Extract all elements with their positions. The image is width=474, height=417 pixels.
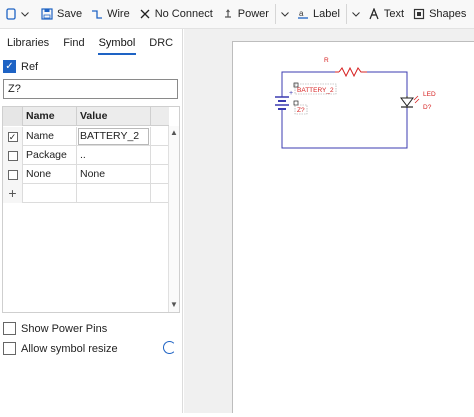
show-power-pins-toggle[interactable]: Show Power Pins <box>3 322 107 335</box>
battery-ref-label: Z? <box>297 107 305 114</box>
refresh-icon[interactable] <box>163 341 176 354</box>
row-value: BATTERY_2 <box>80 130 140 142</box>
ref-toggle[interactable]: ✓ Ref <box>3 60 38 73</box>
no-connect-label: No Connect <box>154 8 213 20</box>
row-value[interactable]: .. <box>77 146 151 165</box>
text-icon <box>367 7 381 21</box>
shapes-button[interactable]: Shapes <box>408 2 470 26</box>
led-symbol[interactable] <box>400 95 420 108</box>
page-select-button[interactable] <box>0 2 36 26</box>
grid-header: Name Value <box>3 107 169 126</box>
scroll-down-icon[interactable]: ▼ <box>169 300 179 310</box>
battery-symbol[interactable] <box>275 94 289 112</box>
selection-handle[interactable] <box>293 100 299 106</box>
add-row-extra-cell <box>151 184 169 203</box>
row-checkbox[interactable]: ✓ <box>7 131 18 142</box>
table-row[interactable]: Package .. <box>3 146 169 165</box>
text-label: Text <box>383 8 405 20</box>
scroll-up-icon[interactable]: ▲ <box>169 128 179 138</box>
shapes-icon <box>412 7 426 21</box>
properties-grid: Name Value ✓ Name BATTERY_2 Package .. N… <box>2 106 180 313</box>
x-icon <box>138 7 152 21</box>
row-checkbox[interactable] <box>7 169 18 180</box>
row-extra-cell <box>151 165 169 184</box>
save-label: Save <box>57 8 83 20</box>
chevron-down-icon[interactable] <box>278 2 292 26</box>
label-label: Label <box>312 8 340 20</box>
chevron-down-icon[interactable] <box>349 2 363 26</box>
label-button[interactable]: a Label <box>292 2 344 26</box>
row-extra-cell <box>151 146 169 165</box>
schematic-sheet[interactable]: R + BATTERY_2 Z? LED D? <box>232 41 474 413</box>
page-icon <box>4 7 18 21</box>
left-panel: Libraries Find Symbol DRC ✓ Ref Name Val… <box>0 29 183 413</box>
row-checkbox-cell[interactable] <box>3 146 23 165</box>
tab-drc[interactable]: DRC <box>142 35 180 57</box>
power-button[interactable]: Power <box>217 2 273 26</box>
row-value-cell[interactable]: BATTERY_2 <box>77 127 151 146</box>
add-row-name-cell <box>23 184 77 203</box>
row-name: Package <box>23 146 77 165</box>
led-ref-label: D? <box>423 104 432 111</box>
toolbar-divider <box>345 4 347 24</box>
tab-find[interactable]: Find <box>56 35 91 57</box>
tab-symbol[interactable]: Symbol <box>92 35 143 57</box>
table-row[interactable]: None None <box>3 165 169 184</box>
header-name: Name <box>23 107 77 126</box>
row-checkbox-cell[interactable] <box>3 165 23 184</box>
allow-resize-checkbox[interactable] <box>3 342 16 355</box>
wire-label: Wire <box>107 8 130 20</box>
header-checkbox-column <box>3 107 23 126</box>
add-row-button[interactable]: + <box>3 184 23 203</box>
show-power-pins-label: Show Power Pins <box>21 322 108 335</box>
label-icon: a <box>296 7 310 21</box>
battery-name-label: BATTERY_2 <box>297 87 334 94</box>
show-power-pins-checkbox[interactable] <box>3 322 16 335</box>
panel-tabs: Libraries Find Symbol DRC <box>0 35 180 57</box>
row-name: None <box>23 165 77 184</box>
svg-text:a: a <box>299 9 304 18</box>
chevron-down-icon[interactable] <box>18 2 32 26</box>
battery-plus-label: + <box>289 90 293 97</box>
add-row-value-cell <box>77 184 151 203</box>
power-icon <box>221 7 235 21</box>
row-name: Name <box>23 127 77 146</box>
allow-resize-toggle[interactable]: Allow symbol resize <box>3 342 118 355</box>
resistor-label: R <box>324 57 329 64</box>
power-label: Power <box>237 8 269 20</box>
add-row[interactable]: + <box>3 184 169 203</box>
row-extra-cell <box>151 127 169 146</box>
schematic-drawing[interactable]: R + BATTERY_2 Z? LED D? <box>233 42 474 414</box>
ref-label: Ref <box>21 60 39 73</box>
save-icon <box>40 7 54 21</box>
allow-resize-label: Allow symbol resize <box>21 342 118 355</box>
shapes-label: Shapes <box>429 8 467 20</box>
row-checkbox[interactable] <box>7 150 18 161</box>
toolbar-divider <box>274 4 276 24</box>
symbol-search-input[interactable] <box>3 79 178 99</box>
toolbar: Save Wire No Connect Power a Label Text … <box>0 0 474 29</box>
tab-libraries[interactable]: Libraries <box>0 35 56 57</box>
text-button[interactable]: Text <box>363 2 408 26</box>
wire-icon <box>90 7 104 21</box>
ref-checkbox[interactable]: ✓ <box>3 60 16 73</box>
row-value[interactable]: None <box>77 165 151 184</box>
grid-scrollbar[interactable]: ▲ ▼ <box>168 126 179 312</box>
header-extra-column <box>151 107 169 126</box>
table-row[interactable]: ✓ Name BATTERY_2 <box>3 127 169 146</box>
no-connect-button[interactable]: No Connect <box>134 2 217 26</box>
wire-button[interactable]: Wire <box>86 2 134 26</box>
save-button[interactable]: Save <box>36 2 86 26</box>
led-label: LED <box>423 91 436 98</box>
header-value: Value <box>77 107 151 126</box>
resistor-symbol[interactable] <box>335 66 367 78</box>
row-checkbox-cell[interactable]: ✓ <box>3 127 23 146</box>
canvas-area[interactable]: R + BATTERY_2 Z? LED D? <box>184 29 474 413</box>
